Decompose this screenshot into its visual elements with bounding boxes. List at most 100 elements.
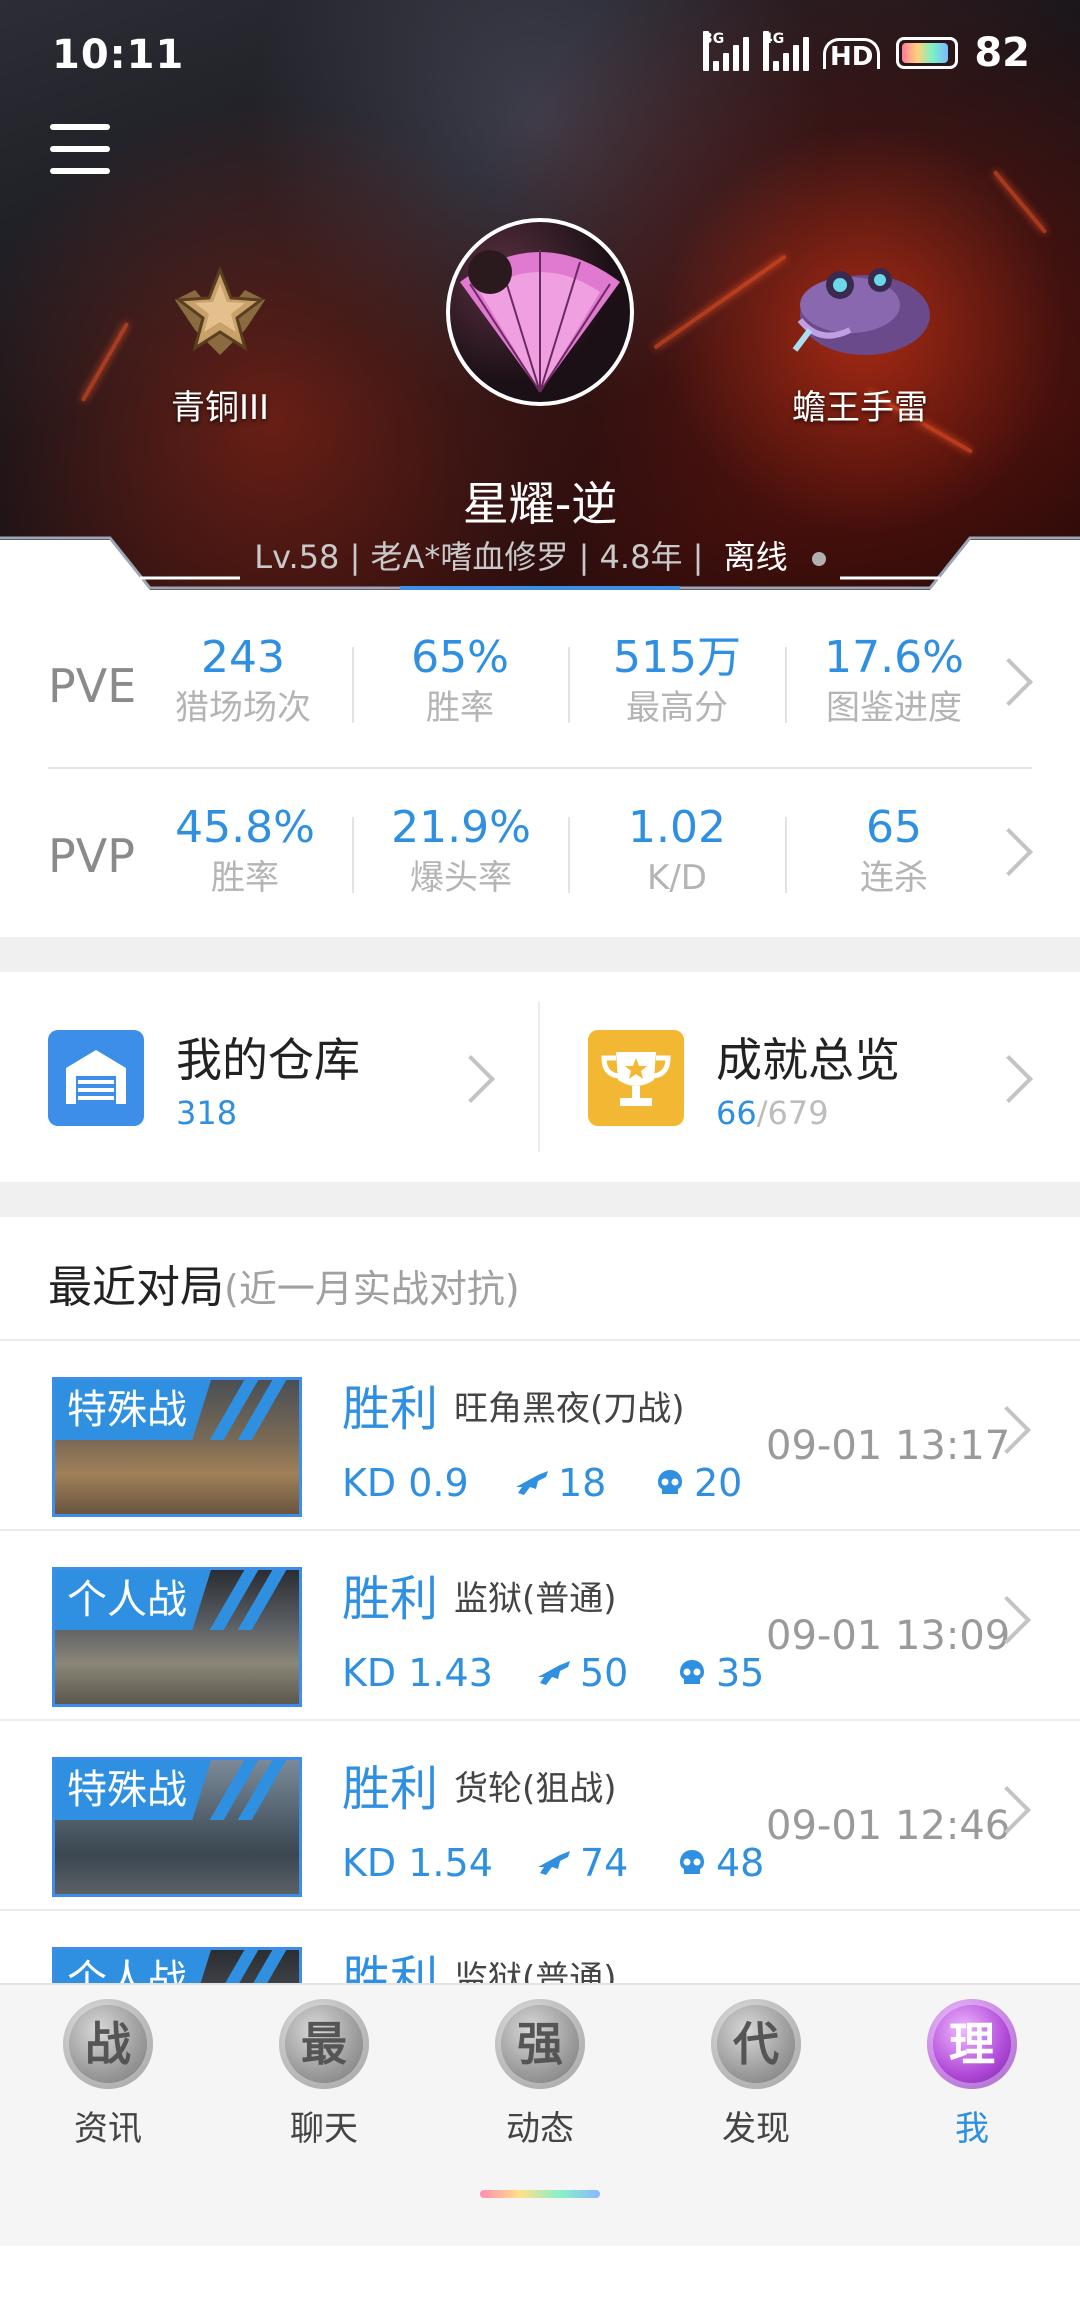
ember-streak bbox=[80, 322, 130, 402]
stat-caption: 连杀 bbox=[860, 858, 928, 898]
match-row[interactable]: 特殊战 胜利 旺角黑夜(刀战) 09-01 13:17 KD 0.9 18 20 bbox=[0, 1341, 1080, 1531]
match-result: 胜利 bbox=[342, 1381, 439, 1437]
rifle-icon bbox=[538, 1661, 570, 1685]
pve-stat: 515万 最高分 bbox=[577, 631, 777, 731]
stat-caption: 爆头率 bbox=[410, 858, 512, 898]
warehouse-icon bbox=[48, 1030, 144, 1126]
stat-caption: K/D bbox=[647, 858, 707, 898]
rifle-icon bbox=[538, 1851, 570, 1875]
nav-label: 动态 bbox=[506, 2109, 574, 2149]
achievements-count: 66/679 bbox=[716, 1094, 829, 1132]
match-result: 胜利 bbox=[342, 1761, 439, 1817]
match-time: 09-01 12:46 bbox=[766, 1803, 1011, 1849]
trophy-icon bbox=[588, 1030, 684, 1126]
nav-label: 发现 bbox=[722, 2109, 790, 2149]
match-time: 09-01 13:09 bbox=[766, 1613, 1011, 1659]
divider bbox=[352, 647, 354, 723]
pve-stat: 65% 胜率 bbox=[360, 631, 560, 731]
skull-icon bbox=[680, 1850, 704, 1874]
warehouse-link[interactable]: 我的仓库 318 bbox=[0, 972, 540, 1182]
nav-tab-chat[interactable]: 最 聊天 bbox=[216, 1999, 432, 2150]
pve-stat: 17.6% 图鉴进度 bbox=[794, 631, 994, 731]
divider bbox=[785, 817, 787, 893]
ember-streak bbox=[992, 170, 1048, 234]
rifle-icon bbox=[516, 1471, 548, 1495]
deaths-stat: 20 bbox=[654, 1461, 742, 1505]
hd-voice-icon: HD bbox=[822, 37, 881, 70]
menu-icon[interactable] bbox=[50, 124, 110, 174]
status-bar: 10:11 3G 4G HD 82 bbox=[0, 0, 1080, 110]
match-row[interactable]: 特殊战 胜利 货轮(狙战) 09-01 12:46 KD 1.54 74 48 bbox=[0, 1721, 1080, 1911]
skull-icon bbox=[680, 1660, 704, 1684]
match-row[interactable]: 个人战 胜利 监狱(普通) 09-01 13:09 KD 1.43 50 35 bbox=[0, 1531, 1080, 1721]
nav-tab-me[interactable]: 理 我 bbox=[864, 1999, 1080, 2150]
kills-stat: 50 bbox=[536, 1651, 628, 1695]
kills-stat: 18 bbox=[514, 1461, 606, 1505]
network-type-label: 3G bbox=[702, 31, 724, 71]
network-type-label: 4G bbox=[762, 31, 784, 71]
pve-label: PVE bbox=[48, 659, 137, 713]
deaths-count: 35 bbox=[716, 1651, 765, 1695]
battery-level: 82 bbox=[974, 30, 1030, 76]
weapon-badge[interactable]: 蟾王手雷 bbox=[760, 250, 960, 429]
kills-stat: 74 bbox=[536, 1841, 628, 1885]
map-thumbnail: 个人战 bbox=[52, 1567, 302, 1707]
feed-emblem-icon: 强 bbox=[495, 1999, 585, 2089]
stat-caption: 胜率 bbox=[211, 858, 279, 898]
pvp-stats-row[interactable]: PVP 45.8% 胜率 21.9% 爆头率 1.02 K/D 65 连杀 bbox=[0, 765, 1080, 935]
stat-caption: 最高分 bbox=[626, 688, 728, 728]
nav-tab-news[interactable]: 战 资讯 bbox=[0, 1999, 216, 2150]
deaths-stat: 35 bbox=[676, 1651, 764, 1695]
signal-3g-icon: 3G bbox=[702, 31, 749, 73]
pvp-stat: 45.8% 胜率 bbox=[145, 801, 345, 901]
stats-card: PVE 243 猎场场次 65% 胜率 515万 最高分 17.6% 图鉴进度 … bbox=[0, 595, 1080, 937]
chevron-right-icon bbox=[984, 1054, 1034, 1104]
discover-emblem-icon: 代 bbox=[711, 1999, 801, 2089]
stat-value: 1.02 bbox=[628, 802, 726, 853]
kills-count: 74 bbox=[580, 1841, 629, 1885]
deaths-stat: 48 bbox=[676, 1841, 764, 1885]
achievements-title: 成就总览 bbox=[716, 1033, 900, 1087]
divider bbox=[785, 647, 787, 723]
nav-label: 资讯 bbox=[74, 2109, 142, 2149]
divider bbox=[352, 817, 354, 893]
achievements-total: /679 bbox=[756, 1094, 829, 1132]
fan-avatar-image bbox=[460, 250, 620, 393]
deaths-count: 20 bbox=[694, 1461, 743, 1505]
rank-badge[interactable]: 青铜III bbox=[150, 260, 290, 429]
match-time: 09-01 13:17 bbox=[766, 1423, 1011, 1469]
home-indicator[interactable] bbox=[480, 2190, 600, 2198]
profile-header: 10:11 3G 4G HD 82 青铜III 蟾王手雷 星耀-逆 Lv.58 … bbox=[0, 0, 1080, 600]
news-emblem-icon: 战 bbox=[63, 1999, 153, 2089]
avatar[interactable] bbox=[446, 218, 634, 406]
map-name: 货轮(狙战) bbox=[454, 1769, 617, 1809]
warehouse-title: 我的仓库 bbox=[176, 1033, 360, 1087]
match-mode: 特殊战 bbox=[55, 1760, 211, 1820]
pve-stats-row[interactable]: PVE 243 猎场场次 65% 胜率 515万 最高分 17.6% 图鉴进度 bbox=[0, 595, 1080, 769]
battery-icon bbox=[896, 37, 959, 69]
section-note: (近一月实战对抗) bbox=[224, 1267, 520, 1311]
recent-matches-title: 最近对局(近一月实战对抗) bbox=[48, 1251, 520, 1315]
nav-tab-feed[interactable]: 强 动态 bbox=[432, 1999, 648, 2150]
kills-count: 18 bbox=[558, 1461, 607, 1505]
stat-caption: 胜率 bbox=[426, 688, 494, 728]
pvp-label: PVP bbox=[48, 829, 135, 883]
deaths-count: 48 bbox=[716, 1841, 765, 1885]
map-thumbnail: 特殊战 bbox=[52, 1377, 302, 1517]
pvp-stat: 1.02 K/D bbox=[577, 801, 777, 901]
stat-value: 21.9% bbox=[391, 802, 531, 853]
map-name: 监狱(普通) bbox=[454, 1579, 617, 1619]
stat-value: 515万 bbox=[613, 632, 741, 683]
kills-count: 50 bbox=[580, 1651, 629, 1695]
stat-value: 243 bbox=[201, 632, 285, 683]
nav-tab-discover[interactable]: 代 发现 bbox=[648, 1999, 864, 2150]
stat-value: 65 bbox=[866, 802, 922, 853]
status-icons: 3G 4G HD 82 bbox=[702, 30, 1030, 76]
stat-caption: 猎场场次 bbox=[175, 688, 311, 728]
pvp-stat: 65 连杀 bbox=[794, 801, 994, 901]
achievements-link[interactable]: 成就总览 66/679 bbox=[540, 972, 1080, 1182]
hero-frame-decoration bbox=[0, 536, 1080, 600]
weapon-label: 蟾王手雷 bbox=[792, 388, 928, 428]
achievements-earned: 66 bbox=[716, 1094, 757, 1132]
stat-caption: 图鉴进度 bbox=[826, 688, 962, 728]
